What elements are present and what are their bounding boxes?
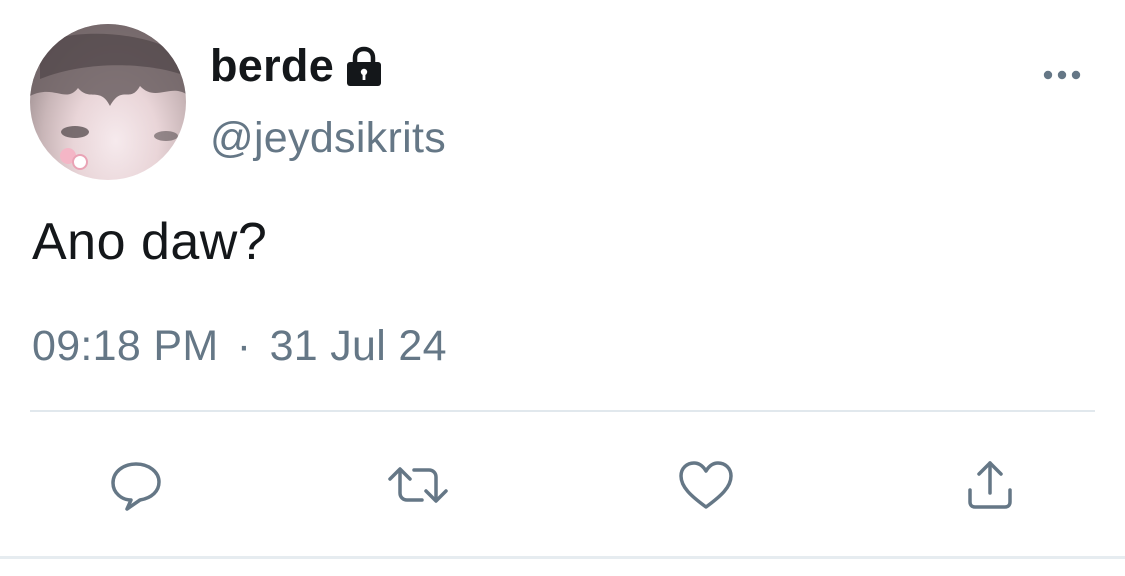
name-row: berde xyxy=(210,38,386,94)
user-handle[interactable]: @jeydsikrits xyxy=(210,114,446,163)
divider xyxy=(30,410,1095,412)
meta-separator: · xyxy=(236,322,252,370)
heart-icon xyxy=(677,457,735,513)
tweet-time: 09:18 PM xyxy=(32,322,219,370)
bottom-divider xyxy=(0,556,1125,559)
tweet-card: berde @jeydsikrits Ano daw? 09:18 PM · 3… xyxy=(0,0,1125,576)
speech-bubble-icon xyxy=(108,457,164,513)
avatar[interactable] xyxy=(30,24,186,180)
retweet-button[interactable] xyxy=(388,455,448,515)
reply-button[interactable] xyxy=(106,455,166,515)
tweet-text: Ano daw? xyxy=(32,213,268,271)
avatar-photo xyxy=(30,24,186,170)
lock-icon xyxy=(342,44,386,88)
share-button[interactable] xyxy=(960,455,1020,515)
retweet-icon xyxy=(386,457,450,513)
display-name[interactable]: berde xyxy=(210,40,334,92)
more-dots-icon[interactable] xyxy=(1040,60,1084,90)
tweet-date: 31 Jul 24 xyxy=(269,322,447,370)
like-button[interactable] xyxy=(676,455,736,515)
share-icon xyxy=(962,457,1018,513)
tweet-timestamp[interactable]: 09:18 PM · 31 Jul 24 xyxy=(32,322,447,371)
